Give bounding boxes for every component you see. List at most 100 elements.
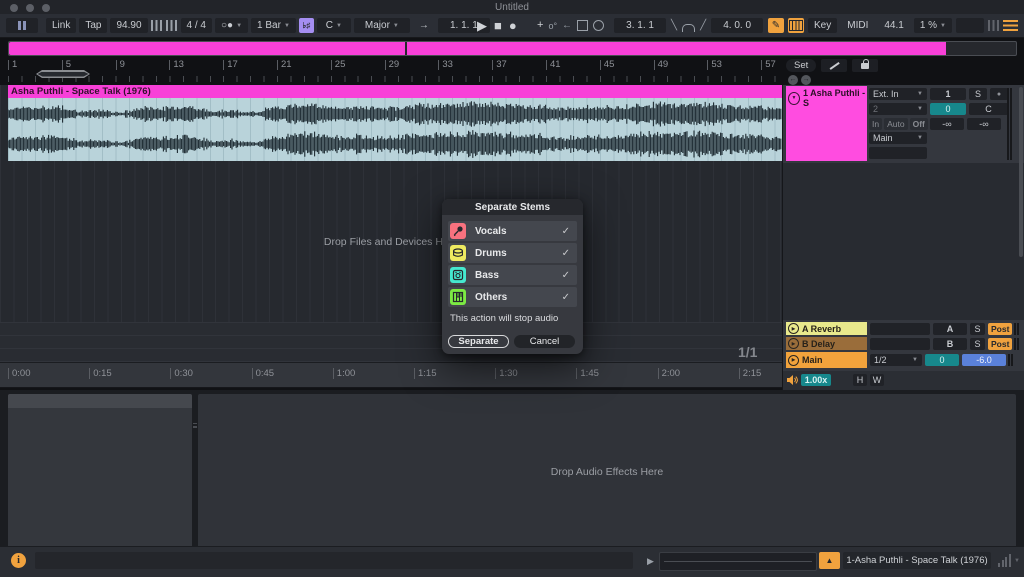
chevron-down-icon[interactable]: ▼ bbox=[236, 23, 242, 29]
back-to-arrangement-button[interactable]: ▲ bbox=[819, 552, 840, 569]
return-b-header[interactable]: ▶ B Delay bbox=[786, 337, 867, 350]
return-a-solo[interactable]: S bbox=[970, 323, 985, 335]
nudge-down-icon[interactable] bbox=[151, 20, 163, 31]
cpu-meter[interactable]: 1 %▼ bbox=[914, 18, 952, 33]
stem-row-others[interactable]: Others ✓ bbox=[448, 287, 577, 307]
check-icon[interactable]: ✓ bbox=[562, 248, 570, 259]
return-b-send-box[interactable] bbox=[870, 338, 930, 350]
arm-button[interactable]: ● bbox=[990, 88, 1008, 100]
tempo-follow-amount[interactable]: 1.00x bbox=[801, 374, 831, 386]
monitor-auto-button[interactable]: Auto bbox=[884, 118, 908, 130]
draw-automation-button[interactable] bbox=[821, 59, 847, 72]
main-lane[interactable] bbox=[0, 348, 782, 362]
return-a-header[interactable]: ▶ A Reverb bbox=[786, 322, 867, 335]
new-button[interactable]: + bbox=[537, 18, 543, 33]
return-track-a[interactable]: ▶ A Reverb A S Post bbox=[783, 322, 1024, 335]
return-b-post-toggle[interactable]: Post bbox=[988, 338, 1012, 350]
next-locator-button[interactable]: → bbox=[801, 75, 811, 85]
track-activator-button[interactable]: 1 bbox=[930, 88, 966, 100]
main-track[interactable]: ▶ Main 1/2▼ 0 -6.0 bbox=[783, 352, 1024, 368]
audio-clip[interactable]: Asha Puthli - Space Talk (1976) bbox=[8, 85, 782, 161]
return-lane-b[interactable] bbox=[0, 335, 782, 348]
input-channel-menu[interactable]: 2▼ bbox=[869, 103, 927, 115]
h-button[interactable]: H bbox=[853, 374, 867, 386]
punch-out-icon[interactable]: ╱ bbox=[700, 20, 706, 31]
return-b-solo[interactable]: S bbox=[970, 338, 985, 350]
automation-mode-icon[interactable]: o° bbox=[548, 21, 557, 31]
stem-row-drums[interactable]: Drums ✓ bbox=[448, 243, 577, 263]
pan-center-button[interactable]: C bbox=[969, 103, 1008, 115]
monitor-off-button[interactable]: Off bbox=[910, 118, 928, 130]
menu-icon[interactable] bbox=[1003, 20, 1018, 31]
chevron-down-icon[interactable]: ▼ bbox=[393, 23, 399, 29]
clip-waveform[interactable] bbox=[8, 98, 782, 161]
previous-locator-button[interactable]: ← bbox=[788, 75, 798, 85]
layout-selector[interactable] bbox=[6, 18, 38, 33]
punch-in-icon[interactable]: ╲ bbox=[671, 20, 677, 31]
input-type-menu[interactable]: Ext. In▼ bbox=[869, 88, 927, 100]
arrangement-overview[interactable] bbox=[8, 41, 1017, 56]
output-menu[interactable]: Main▼ bbox=[869, 132, 927, 144]
main-pan-knob[interactable]: 0 bbox=[925, 354, 959, 366]
info-icon[interactable]: i bbox=[11, 553, 26, 568]
tap-button[interactable]: Tap bbox=[79, 18, 107, 33]
solo-button[interactable]: S bbox=[969, 88, 987, 100]
cancel-button[interactable]: Cancel bbox=[514, 335, 575, 348]
play-button[interactable]: ▶ bbox=[477, 18, 487, 33]
check-icon[interactable]: ✓ bbox=[562, 292, 570, 303]
loop-length-field[interactable]: 4. 0. 0 bbox=[711, 18, 763, 33]
nudge-up-icon[interactable] bbox=[166, 20, 178, 31]
computer-midi-keyboard-button[interactable] bbox=[788, 18, 804, 33]
overview-clip-segment[interactable] bbox=[9, 42, 405, 55]
track-name[interactable]: 1 Asha Puthli - S bbox=[803, 88, 867, 108]
scale-mode-icon[interactable]: ♭♯ bbox=[299, 18, 314, 33]
midi-map-button[interactable]: MIDI bbox=[841, 18, 874, 33]
pan-knob[interactable]: 0 bbox=[930, 103, 966, 115]
chevron-down-icon[interactable]: ▼ bbox=[284, 23, 290, 29]
preview-speaker-icon[interactable] bbox=[785, 373, 798, 386]
monitor-in-button[interactable]: In bbox=[869, 118, 882, 130]
clip-view-header[interactable] bbox=[8, 394, 192, 408]
session-record-icon[interactable] bbox=[593, 20, 604, 31]
follow-button[interactable]: → bbox=[413, 18, 435, 33]
metronome-button[interactable]: ○●▼ bbox=[215, 18, 248, 33]
output-channel-field[interactable] bbox=[869, 147, 927, 159]
key-root-menu[interactable]: C▼ bbox=[317, 18, 351, 33]
loop-start-field[interactable]: 3. 1. 1 bbox=[614, 18, 666, 33]
stem-row-bass[interactable]: Bass ✓ bbox=[448, 265, 577, 285]
cue-out-menu[interactable]: 1/2▼ bbox=[870, 354, 922, 366]
monitor-switch[interactable]: In Auto Off bbox=[869, 118, 928, 130]
time-ruler[interactable]: 0:000:150:300:451:001:151:301:452:002:15 bbox=[0, 362, 783, 388]
tempo-field[interactable]: 94.90 bbox=[110, 18, 147, 33]
check-icon[interactable]: ✓ bbox=[562, 270, 570, 281]
capture-midi-icon[interactable] bbox=[577, 20, 588, 31]
return-a-activator[interactable]: A bbox=[933, 323, 967, 335]
main-volume-slider[interactable]: -6.0 bbox=[962, 354, 1006, 366]
w-button[interactable]: W bbox=[870, 374, 884, 386]
volume-field[interactable]: -∞ bbox=[930, 118, 964, 130]
return-lane-a[interactable] bbox=[0, 322, 782, 335]
quantize-menu[interactable]: 1 Bar▼ bbox=[251, 18, 296, 33]
preview-waveform-box[interactable] bbox=[659, 552, 817, 571]
key-map-button[interactable]: Key bbox=[808, 18, 837, 33]
set-locator-button[interactable]: Set bbox=[786, 59, 816, 72]
key-scale-menu[interactable]: Major▼ bbox=[354, 18, 410, 33]
stop-button[interactable]: ■ bbox=[494, 18, 502, 33]
chevron-down-icon[interactable]: ▼ bbox=[1014, 558, 1020, 564]
return-track-b[interactable]: ▶ B Delay B S Post bbox=[783, 337, 1024, 350]
track-header[interactable]: ▼ 1 Asha Puthli - S bbox=[786, 86, 867, 161]
preview-play-icon[interactable]: ▶ bbox=[647, 556, 654, 567]
chevron-down-icon[interactable]: ▼ bbox=[336, 23, 342, 29]
chevron-down-icon[interactable]: ▼ bbox=[940, 23, 946, 29]
return-a-post-toggle[interactable]: Post bbox=[988, 323, 1012, 335]
return-lanes[interactable] bbox=[0, 322, 782, 362]
return-a-send-box[interactable] bbox=[870, 323, 930, 335]
fold-track-icon[interactable]: ▼ bbox=[788, 92, 800, 105]
lock-envelopes-button[interactable] bbox=[852, 59, 878, 72]
main-header[interactable]: ▶ Main bbox=[786, 352, 867, 368]
record-button[interactable]: ● bbox=[509, 18, 517, 33]
clip-view-panel[interactable] bbox=[8, 394, 192, 546]
overdub-field[interactable] bbox=[956, 18, 984, 33]
re-enable-automation-icon[interactable]: ← bbox=[562, 20, 572, 31]
return-b-activator[interactable]: B bbox=[933, 338, 967, 350]
